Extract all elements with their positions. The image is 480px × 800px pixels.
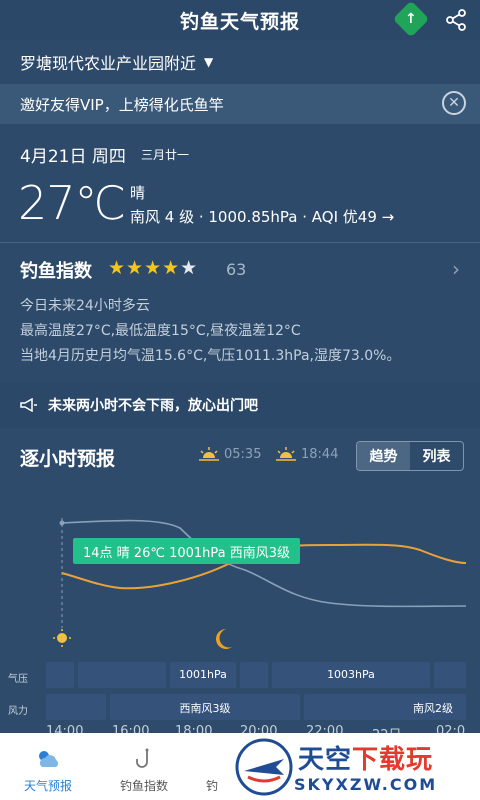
tab-trend[interactable]: 趋势 <box>357 442 410 470</box>
star-filled-icons: ★★★★ <box>108 257 181 279</box>
wind-value-1: 西南风3级 <box>179 702 231 715</box>
watermark: 天空下载玩 SKYXZW.COM <box>230 733 480 800</box>
hourly-forecast: 逐小时预报 05:35 18:44 趋势 列表 14点 晴 26℃ 1001hP… <box>0 428 480 743</box>
sunset-icon <box>276 447 296 461</box>
tab-label: 钓鱼指数 <box>119 779 168 793</box>
pressure-cell <box>78 662 166 688</box>
share-icon[interactable] <box>444 8 468 32</box>
pressure-cell <box>434 662 466 688</box>
watermark-text: 天空下载玩 <box>298 739 433 776</box>
tab-weather-forecast[interactable]: 天气预报 <box>0 733 96 800</box>
pressure-cell <box>240 662 268 688</box>
tab-fishing-index[interactable]: 钓鱼指数 <box>96 733 192 800</box>
sunrise: 05:35 <box>198 446 261 462</box>
megaphone-icon <box>20 398 37 412</box>
index-line-3: 当地4月历史月均气温15.6°C,气压1011.3hPa,湿度73.0%。 <box>20 348 401 364</box>
chart-start-point <box>59 520 65 526</box>
sunset-time: 18:44 <box>301 446 339 462</box>
view-toggle[interactable]: 趋势 列表 <box>356 441 464 471</box>
app-header: 钓鱼天气预报 ↑ <box>0 0 480 40</box>
watermark-url: SKYXZW.COM <box>294 775 438 794</box>
vip-banner[interactable]: 邀好友得VIP，上榜得化氏鱼竿 ✕ <box>0 84 480 124</box>
chevron-down-icon: ▼ <box>204 55 214 69</box>
weather-detail-link[interactable]: 南风 4 级 · 1000.85hPa · AQI 优49 → <box>130 206 394 227</box>
star-empty-icon: ★ <box>180 257 199 279</box>
current-temperature: 27℃ <box>18 176 126 230</box>
tab-icon <box>199 747 225 771</box>
moon-icon <box>216 629 232 649</box>
pressure-value-1: 1001hPa <box>179 668 227 681</box>
sunrise-icon <box>199 447 219 461</box>
sun-icon <box>53 629 71 647</box>
weather-icon <box>39 751 59 767</box>
pressure-row-label: 气压 <box>8 674 28 685</box>
fishing-hook-icon <box>136 748 149 768</box>
chevron-right-icon[interactable]: › <box>452 257 460 281</box>
tab-label: 钓 <box>205 779 218 793</box>
app-title: 钓鱼天气预报 <box>179 10 300 33</box>
date-text: 4月21日 周四 <box>20 147 126 167</box>
star-rating: ★★★★★ <box>108 257 198 279</box>
fishing-index-label: 钓鱼指数 <box>20 261 92 282</box>
fishing-index-card[interactable]: 钓鱼指数 ★★★★★ 63 › 今日未来24小时多云 最高温度27°C,最低温度… <box>0 243 480 381</box>
index-line-2: 最高温度27°C,最低温度15°C,昼夜温差12°C <box>20 323 301 339</box>
wind-value-2: 南风2级 <box>413 702 453 715</box>
tab-list[interactable]: 列表 <box>410 442 463 470</box>
gift-badge: ↑ <box>405 10 417 27</box>
wind-row-label: 风力 <box>8 706 28 717</box>
pressure-value-2: 1003hPa <box>327 668 375 681</box>
watermark-text-red: 下载玩 <box>352 745 434 775</box>
today-weather: 4月21日 周四 三月廿一 27℃ 晴 南风 4 级 · 1000.85hPa … <box>0 124 480 242</box>
tab-label: 天气预报 <box>23 779 72 793</box>
hourly-chart <box>53 518 467 649</box>
hourly-tooltip: 14点 晴 26℃ 1001hPa 西南风3级 <box>73 538 301 564</box>
sunrise-time: 05:35 <box>224 446 262 462</box>
tab-third[interactable]: 钓 <box>192 733 232 800</box>
location-name: 罗塘现代农业产业园附近 <box>20 54 197 73</box>
index-line-1: 今日未来24小时多云 <box>20 298 150 314</box>
weather-condition: 晴 <box>130 184 146 202</box>
fishing-score: 63 <box>226 260 247 279</box>
wind-cell <box>46 694 106 720</box>
hourly-title: 逐小时预报 <box>20 448 116 470</box>
pressure-cell <box>46 662 74 688</box>
rain-notice-text: 未来两小时不会下雨，放心出门吧 <box>48 398 258 414</box>
gift-icon[interactable]: ↑ <box>392 0 430 38</box>
close-icon[interactable]: ✕ <box>442 91 466 115</box>
lunar-date: 三月廿一 <box>141 148 190 162</box>
sunset: 18:44 <box>275 446 338 462</box>
watermark-text-main: 天空 <box>298 745 353 775</box>
rain-notice: 未来两小时不会下雨，放心出门吧 <box>0 382 480 428</box>
vip-banner-text: 邀好友得VIP，上榜得化氏鱼竿 <box>20 95 224 114</box>
watermark-logo-icon <box>235 738 293 796</box>
location-selector[interactable]: 罗塘现代农业产业园附近 ▼ <box>0 40 480 84</box>
